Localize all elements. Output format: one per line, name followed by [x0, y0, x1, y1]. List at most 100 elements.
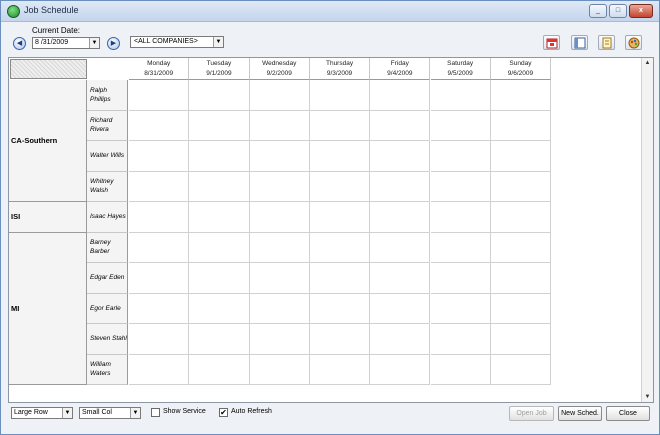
row-size-dropdown[interactable]: Large Row ▼ — [11, 407, 73, 419]
chevron-down-icon[interactable]: ▼ — [130, 408, 140, 418]
schedule-cell[interactable] — [189, 110, 250, 141]
schedule-cell[interactable] — [129, 232, 190, 263]
schedule-cell[interactable] — [490, 80, 552, 111]
chevron-down-icon[interactable]: ▼ — [62, 408, 72, 418]
company-dropdown[interactable]: <ALL COMPANIES> ▼ — [130, 36, 224, 48]
schedule-cell[interactable] — [370, 324, 431, 355]
schedule-cell[interactable] — [430, 232, 491, 263]
auto-refresh-checkbox[interactable]: ✔ — [219, 408, 228, 417]
schedule-cell[interactable] — [430, 110, 491, 141]
schedule-cell[interactable] — [129, 110, 190, 141]
open-job-button[interactable]: Open Job — [509, 406, 554, 421]
minimize-button[interactable]: _ — [589, 4, 607, 18]
schedule-cell[interactable] — [249, 110, 310, 141]
report-button[interactable] — [598, 35, 615, 50]
schedule-cell[interactable] — [370, 202, 431, 233]
technician-name: Whitney Walsh — [87, 171, 128, 202]
schedule-cell[interactable] — [309, 171, 371, 202]
schedule-cell[interactable] — [129, 324, 190, 355]
previous-week-button[interactable]: ◀ — [13, 37, 26, 50]
schedule-cell[interactable] — [490, 324, 552, 355]
schedule-cell[interactable] — [430, 263, 491, 294]
schedule-cell[interactable] — [129, 80, 190, 111]
schedule-cell[interactable] — [189, 80, 250, 111]
schedule-cell[interactable] — [309, 354, 371, 385]
schedule-cell[interactable] — [370, 110, 431, 141]
schedule-cell[interactable] — [129, 354, 190, 385]
close-window-button[interactable]: x — [629, 4, 653, 18]
col-size-dropdown[interactable]: Small Col ▼ — [79, 407, 141, 419]
schedule-cell[interactable] — [370, 232, 431, 263]
schedule-cell[interactable] — [490, 110, 552, 141]
schedule-cell[interactable] — [430, 324, 491, 355]
schedule-cell[interactable] — [129, 202, 190, 233]
schedule-cell[interactable] — [370, 80, 431, 111]
show-service-checkbox[interactable] — [151, 408, 160, 417]
close-button[interactable]: Close — [606, 406, 650, 421]
schedule-cell[interactable] — [370, 263, 431, 294]
scroll-down-arrow[interactable]: ▼ — [643, 392, 652, 402]
schedule-cell[interactable] — [189, 202, 250, 233]
schedule-cell[interactable] — [309, 141, 371, 172]
schedule-cell[interactable] — [189, 324, 250, 355]
new-schedule-button[interactable]: New Sched. — [558, 406, 602, 421]
day-name: Saturday — [447, 60, 474, 67]
schedule-cell[interactable] — [370, 354, 431, 385]
schedule-cell[interactable] — [189, 232, 250, 263]
day-date: 9/4/2009 — [387, 70, 413, 77]
maximize-button[interactable]: □ — [609, 4, 627, 18]
schedule-cell[interactable] — [490, 293, 552, 324]
schedule-cell[interactable] — [370, 171, 431, 202]
schedule-cell[interactable] — [249, 171, 310, 202]
chevron-down-icon[interactable]: ▼ — [213, 37, 223, 47]
schedule-cell[interactable] — [490, 171, 552, 202]
schedule-cell[interactable] — [490, 354, 552, 385]
schedule-cell[interactable] — [309, 110, 371, 141]
palette-button[interactable] — [625, 35, 642, 50]
schedule-cell[interactable] — [309, 293, 371, 324]
schedule-cell[interactable] — [490, 141, 552, 172]
scroll-up-arrow[interactable]: ▲ — [643, 58, 652, 68]
schedule-cell[interactable] — [309, 202, 371, 233]
schedule-cell[interactable] — [249, 202, 310, 233]
calendar-button[interactable] — [543, 35, 560, 50]
schedule-cell[interactable] — [490, 232, 552, 263]
schedule-cell[interactable] — [430, 171, 491, 202]
schedule-cell[interactable] — [189, 293, 250, 324]
date-picker[interactable]: 8 /31/2009 ▼ — [32, 37, 100, 49]
schedule-cell[interactable] — [249, 141, 310, 172]
next-week-button[interactable]: ▶ — [107, 37, 120, 50]
schedule-cell[interactable] — [189, 171, 250, 202]
schedule-cell[interactable] — [189, 263, 250, 294]
schedule-cell[interactable] — [490, 263, 552, 294]
schedule-cell[interactable] — [249, 293, 310, 324]
schedule-cell[interactable] — [309, 80, 371, 111]
schedule-cell[interactable] — [430, 354, 491, 385]
vertical-scrollbar[interactable]: ▲ ▼ — [641, 58, 653, 402]
schedule-cell[interactable] — [189, 354, 250, 385]
schedule-cell[interactable] — [189, 141, 250, 172]
schedule-cell[interactable] — [249, 232, 310, 263]
chevron-down-icon[interactable]: ▼ — [89, 38, 99, 48]
schedule-cell[interactable] — [490, 202, 552, 233]
schedule-cell[interactable] — [430, 80, 491, 111]
day-date: 9/5/2009 — [447, 70, 473, 77]
layout-button[interactable] — [571, 35, 588, 50]
schedule-cell[interactable] — [249, 263, 310, 294]
schedule-cell[interactable] — [309, 232, 371, 263]
schedule-cell[interactable] — [430, 202, 491, 233]
schedule-cell[interactable] — [129, 263, 190, 294]
schedule-cell[interactable] — [249, 324, 310, 355]
schedule-cell[interactable] — [370, 141, 431, 172]
schedule-cell[interactable] — [309, 324, 371, 355]
schedule-cell[interactable] — [129, 141, 190, 172]
schedule-cell[interactable] — [249, 80, 310, 111]
schedule-cell[interactable] — [249, 354, 310, 385]
schedule-cell[interactable] — [309, 263, 371, 294]
schedule-cell[interactable] — [430, 293, 491, 324]
schedule-cell[interactable] — [129, 293, 190, 324]
schedule-cell[interactable] — [129, 171, 190, 202]
schedule-cell[interactable] — [430, 141, 491, 172]
group-label: MI — [9, 232, 87, 385]
schedule-cell[interactable] — [370, 293, 431, 324]
